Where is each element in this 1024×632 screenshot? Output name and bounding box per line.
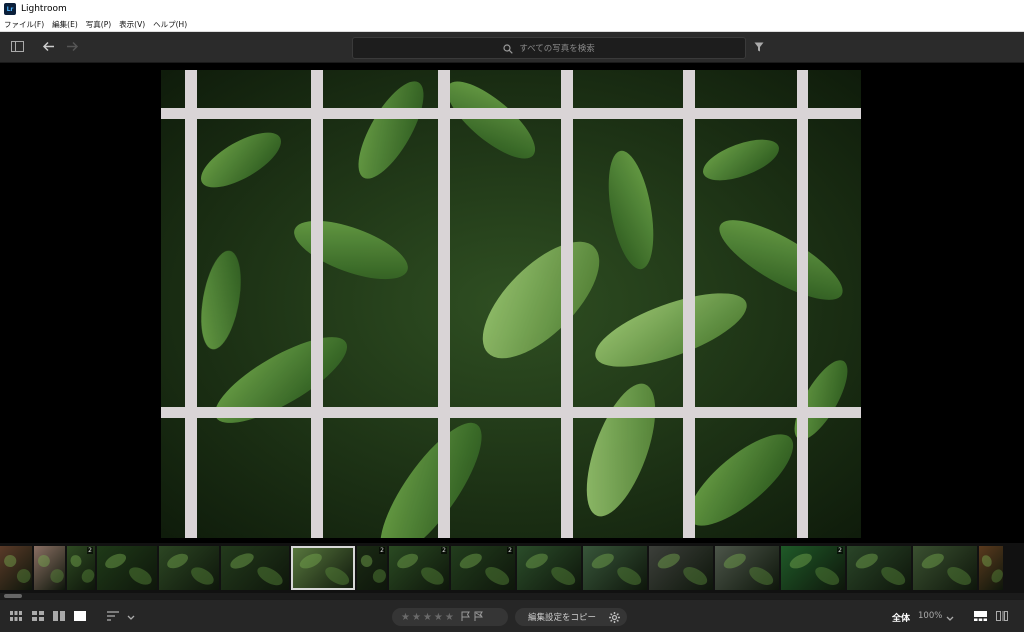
filter-icon[interactable] [754, 42, 764, 54]
star-5-icon[interactable]: ★ [445, 612, 454, 623]
grid-small-view-icon[interactable] [10, 611, 22, 623]
filmstrip-thumbnail[interactable]: 2 [451, 546, 515, 590]
thumbnail-image-icon [591, 553, 642, 585]
menu-file[interactable]: ファイル(F) [4, 19, 44, 30]
photo-leaves-fence-icon [161, 70, 861, 538]
filmstrip-thumbnail[interactable] [221, 546, 289, 590]
grid-medium-view-icon[interactable] [32, 611, 44, 623]
thumbnail-image-icon [981, 555, 1003, 583]
star-4-icon[interactable]: ★ [434, 612, 443, 623]
thumbnail-image-icon [167, 553, 214, 585]
back-arrow-icon[interactable] [42, 41, 55, 54]
menu-help[interactable]: ヘルプ(H) [153, 19, 187, 30]
thumbnail-image-icon [657, 553, 708, 585]
thumbnail-image-icon [230, 553, 283, 586]
thumbnail-image-icon [397, 553, 444, 585]
filmstrip-thumbnail[interactable]: 2 [67, 546, 95, 590]
thumbnail-image-icon [723, 553, 774, 585]
forward-arrow-icon[interactable] [66, 41, 79, 54]
search-icon [503, 39, 513, 58]
menu-bar: ファイル(F) 編集(E) 写真(P) 表示(V) ヘルプ(H) [0, 18, 1024, 32]
copy-edit-settings-button[interactable]: 編集設定をコピー [528, 611, 596, 623]
stack-count-badge: 2 [379, 547, 385, 554]
filmstrip-thumbnail[interactable]: 2 [357, 546, 387, 590]
filmstrip-thumbnail[interactable] [34, 546, 65, 590]
stack-count-badge: 2 [837, 547, 843, 554]
star-2-icon[interactable]: ★ [412, 612, 421, 623]
filmstrip-thumbnail[interactable] [913, 546, 977, 590]
detail-view-icon[interactable] [74, 611, 86, 623]
filmstrip-thumbnail[interactable] [847, 546, 911, 590]
zoom-fit-button[interactable]: 全体 [892, 611, 910, 624]
filmstrip-thumbnail[interactable] [715, 546, 779, 590]
zoom-chevron-down-icon[interactable] [946, 613, 954, 624]
copy-settings-group: 編集設定をコピー [515, 608, 627, 626]
settings-gear-icon[interactable] [609, 611, 621, 623]
sidebar-toggle-icon[interactable] [11, 41, 24, 54]
thumbnail-image-icon [789, 553, 840, 585]
pick-flag-icon[interactable] [461, 611, 470, 624]
grid-large-view-icon[interactable] [53, 611, 65, 623]
sort-icon[interactable] [107, 611, 119, 623]
star-1-icon[interactable]: ★ [401, 612, 410, 623]
filmstrip: 2 2 2 2 2 [0, 543, 1024, 593]
thumbnail-image-icon [299, 553, 350, 585]
window-title: Lightroom [21, 4, 67, 14]
thumbnail-image-icon [105, 553, 152, 585]
thumbnail-image-icon [525, 553, 576, 585]
filmstrip-thumbnail[interactable] [649, 546, 713, 590]
star-3-icon[interactable]: ★ [423, 612, 432, 623]
filmstrip-thumbnail[interactable] [0, 546, 32, 590]
filmstrip-thumbnail[interactable] [291, 546, 355, 590]
filmstrip-thumbnail[interactable] [583, 546, 647, 590]
reject-flag-icon[interactable] [474, 611, 483, 624]
scrollbar-thumb[interactable] [4, 594, 22, 598]
lightroom-app-icon: Lr [4, 3, 16, 15]
filmstrip-toggle-icon[interactable] [974, 611, 987, 623]
search-input[interactable]: すべての写真を検索 [519, 42, 595, 54]
menu-photo[interactable]: 写真(P) [86, 19, 111, 30]
thumbnail-image-icon [855, 553, 906, 585]
top-toolbar: すべての写真を検索 [0, 32, 1024, 63]
filmstrip-thumbnail[interactable]: 2 [389, 546, 449, 590]
rating-flag-group: ★ ★ ★ ★ ★ [392, 608, 508, 626]
stack-count-badge: 2 [441, 547, 447, 554]
stack-count-badge: 2 [507, 547, 513, 554]
filmstrip-thumbnail[interactable] [979, 546, 1003, 590]
menu-edit[interactable]: 編集(E) [52, 19, 78, 30]
thumbnail-image-icon [37, 555, 64, 583]
filmstrip-thumbnail[interactable] [159, 546, 219, 590]
zoom-percent-dropdown[interactable]: 100% [918, 611, 942, 621]
stack-count-badge: 2 [87, 547, 93, 554]
main-photo[interactable] [161, 70, 861, 538]
thumbnail-image-icon [4, 554, 31, 583]
title-bar: Lr Lightroom [0, 0, 1024, 18]
search-bar[interactable]: すべての写真を検索 [352, 37, 746, 59]
filmstrip-thumbnail[interactable] [97, 546, 157, 590]
thumbnail-image-icon [459, 553, 510, 585]
compare-view-icon[interactable] [996, 611, 1008, 623]
filmstrip-thumbnail[interactable] [517, 546, 581, 590]
sort-dropdown-chevron-icon[interactable] [127, 612, 135, 623]
filmstrip-thumbnail[interactable]: 2 [781, 546, 845, 590]
thumbnail-image-icon [921, 553, 972, 585]
bottom-toolbar: ★ ★ ★ ★ ★ 編集設定をコピー 全体 100% [0, 599, 1024, 632]
menu-view[interactable]: 表示(V) [119, 19, 145, 30]
